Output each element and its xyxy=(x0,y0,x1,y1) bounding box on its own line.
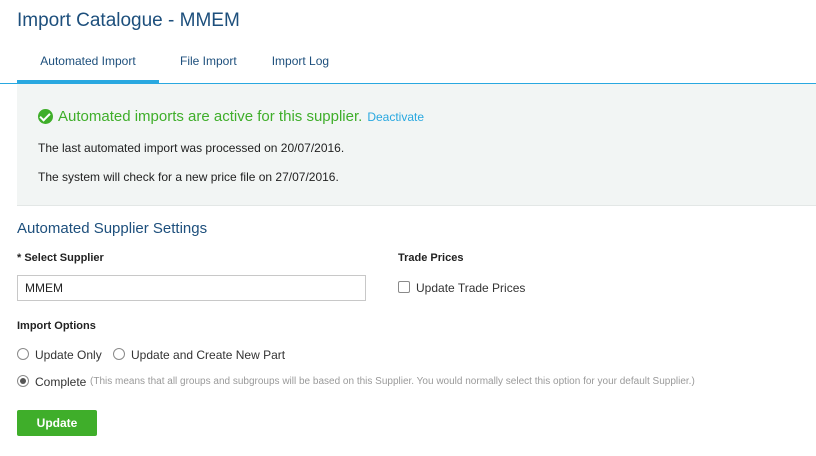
update-and-create-label[interactable]: Update and Create New Part xyxy=(131,348,285,362)
update-and-create-radio[interactable] xyxy=(113,348,125,360)
select-supplier-label: * Select Supplier xyxy=(17,252,104,264)
tab-file-import[interactable]: File Import xyxy=(166,44,251,83)
status-panel: Automated imports are active for this su… xyxy=(17,84,816,206)
update-trade-prices-label[interactable]: Update Trade Prices xyxy=(416,281,525,295)
update-trade-prices-checkbox[interactable] xyxy=(398,281,410,293)
import-options-label: Import Options xyxy=(17,320,96,332)
next-check-text: The system will check for a new price fi… xyxy=(38,170,339,184)
select-supplier-input[interactable] xyxy=(17,275,366,301)
last-import-text: The last automated import was processed … xyxy=(38,141,345,155)
update-only-radio[interactable] xyxy=(17,348,29,360)
settings-section-title: Automated Supplier Settings xyxy=(17,220,208,237)
deactivate-link[interactable]: Deactivate xyxy=(367,110,424,124)
update-only-label[interactable]: Update Only xyxy=(35,348,102,362)
complete-label[interactable]: Complete xyxy=(35,375,86,389)
trade-prices-label: Trade Prices xyxy=(398,252,464,264)
tab-automated-import[interactable]: Automated Import xyxy=(17,44,159,83)
update-button[interactable]: Update xyxy=(17,410,97,436)
page-title: Import Catalogue - MMEM xyxy=(17,10,240,31)
tab-import-log[interactable]: Import Log xyxy=(258,44,343,83)
check-circle-icon xyxy=(38,109,53,124)
tab-bar: Automated Import File Import Import Log xyxy=(17,44,343,83)
complete-radio[interactable] xyxy=(17,375,29,387)
status-line: Automated imports are active for this su… xyxy=(38,108,424,125)
status-message: Automated imports are active for this su… xyxy=(58,108,363,125)
complete-note: (This means that all groups and subgroup… xyxy=(90,376,695,387)
